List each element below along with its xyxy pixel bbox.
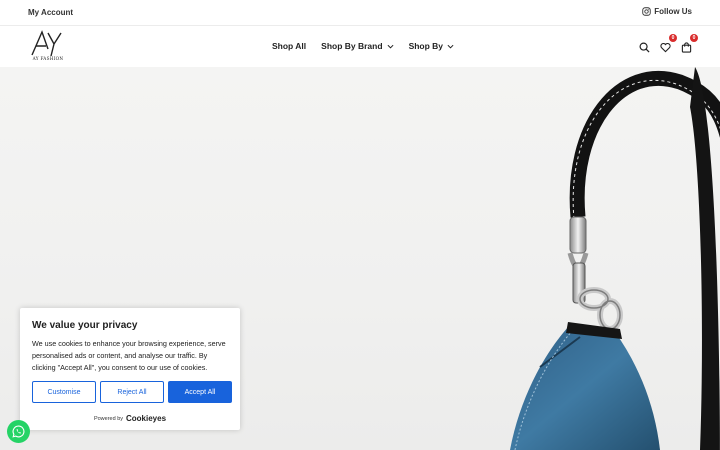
search-icon bbox=[639, 42, 650, 53]
main-nav: Shop All Shop By Brand Shop By bbox=[272, 41, 454, 51]
top-bar: My Account Follow Us bbox=[0, 0, 720, 26]
nav-item-shop-all[interactable]: Shop All bbox=[272, 41, 306, 51]
cookieyes-logo[interactable]: Cookieyes bbox=[126, 414, 166, 423]
site-header: AY FASHION Shop All Shop By Brand Shop B… bbox=[0, 26, 720, 67]
customise-button[interactable]: Customise bbox=[32, 381, 96, 403]
nav-item-shop-by[interactable]: Shop By bbox=[409, 41, 454, 51]
reject-all-button[interactable]: Reject All bbox=[100, 381, 164, 403]
header-icons: 0 0 bbox=[639, 34, 698, 53]
nav-item-shop-by-brand[interactable]: Shop By Brand bbox=[321, 41, 394, 51]
cart-count-badge: 0 bbox=[690, 34, 698, 42]
cookie-buttons: Customise Reject All Accept All bbox=[32, 381, 232, 403]
logo-monogram bbox=[31, 30, 62, 57]
nav-label: Shop By Brand bbox=[321, 41, 383, 51]
cart-button[interactable]: 0 bbox=[681, 34, 698, 53]
wishlist-button[interactable]: 0 bbox=[660, 34, 677, 53]
heart-icon bbox=[660, 42, 671, 53]
my-account-link[interactable]: My Account bbox=[28, 8, 73, 17]
follow-us-label: Follow Us bbox=[654, 7, 692, 16]
whatsapp-chat-button[interactable] bbox=[7, 420, 30, 443]
chevron-down-icon bbox=[447, 44, 454, 49]
powered-by-label: Powered by bbox=[93, 415, 123, 422]
powered-by: Powered by Cookieyes bbox=[20, 414, 240, 423]
logo-wordmark: AY FASHION bbox=[32, 56, 64, 61]
cookie-consent-dialog: We value your privacy We use cookies to … bbox=[20, 308, 240, 430]
wishlist-count-badge: 0 bbox=[669, 34, 677, 42]
nav-label: Shop All bbox=[272, 41, 307, 51]
accept-all-button[interactable]: Accept All bbox=[168, 381, 232, 403]
search-button[interactable] bbox=[639, 40, 650, 53]
site-logo[interactable]: AY FASHION bbox=[28, 29, 68, 65]
cookie-description: We use cookies to enhance your browsing … bbox=[32, 339, 226, 372]
instagram-icon bbox=[642, 7, 651, 16]
chevron-down-icon bbox=[387, 44, 394, 49]
cookie-title: We value your privacy bbox=[32, 320, 138, 331]
shopping-bag-icon bbox=[681, 42, 692, 53]
follow-us-link[interactable]: Follow Us bbox=[642, 7, 692, 16]
nav-label: Shop By bbox=[408, 41, 444, 51]
whatsapp-icon bbox=[12, 425, 25, 438]
